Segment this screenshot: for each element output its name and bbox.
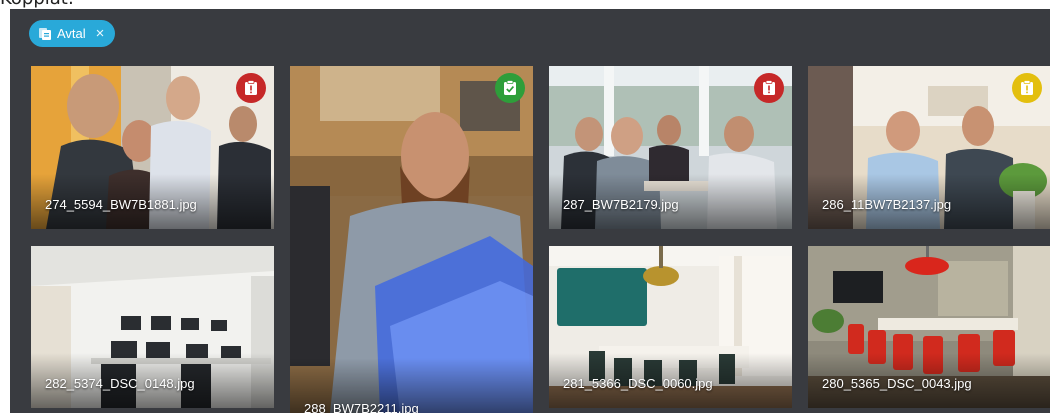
image-filename: 280_5365_DSC_0043.jpg xyxy=(822,376,972,391)
image-tile[interactable]: 287_BW7B2179.jpg xyxy=(549,66,792,229)
image-tile[interactable]: 280_5365_DSC_0043.jpg xyxy=(808,246,1050,408)
image-tile[interactable]: 281_5366_DSC_0060.jpg xyxy=(549,246,792,408)
image-gallery-panel: Avtal × 274_5594_BW7B1881.jpg 288_BW7B22… xyxy=(10,9,1050,413)
image-tile[interactable]: 288_BW7B2211.jpg xyxy=(290,66,533,413)
clipboard-alert-icon xyxy=(1021,80,1033,95)
clipboard-check-icon xyxy=(504,80,516,95)
documents-icon xyxy=(39,27,51,40)
status-badge xyxy=(495,73,525,103)
clipboard-alert-icon xyxy=(245,80,257,95)
image-tile[interactable]: 274_5594_BW7B1881.jpg xyxy=(31,66,274,229)
image-tile[interactable]: 286_11BW7B2137.jpg xyxy=(808,66,1050,229)
image-filename: 281_5366_DSC_0060.jpg xyxy=(563,376,713,391)
filter-chip-avtal[interactable]: Avtal × xyxy=(29,20,116,47)
clipboard-alert-icon xyxy=(763,80,775,95)
image-tile[interactable]: 282_5374_DSC_0148.jpg xyxy=(31,246,274,408)
image-filename: 287_BW7B2179.jpg xyxy=(563,197,679,212)
page-heading-partial: Kopplat: xyxy=(0,0,74,9)
status-badge xyxy=(236,73,266,103)
status-badge xyxy=(1012,73,1042,103)
status-badge xyxy=(754,73,784,103)
image-filename: 282_5374_DSC_0148.jpg xyxy=(45,376,195,391)
image-filename: 286_11BW7B2137.jpg xyxy=(822,197,952,212)
image-filename: 288_BW7B2211.jpg xyxy=(304,401,419,413)
filter-chip-label: Avtal xyxy=(57,26,86,41)
close-icon[interactable]: × xyxy=(96,26,105,41)
image-filename: 274_5594_BW7B1881.jpg xyxy=(45,197,197,212)
